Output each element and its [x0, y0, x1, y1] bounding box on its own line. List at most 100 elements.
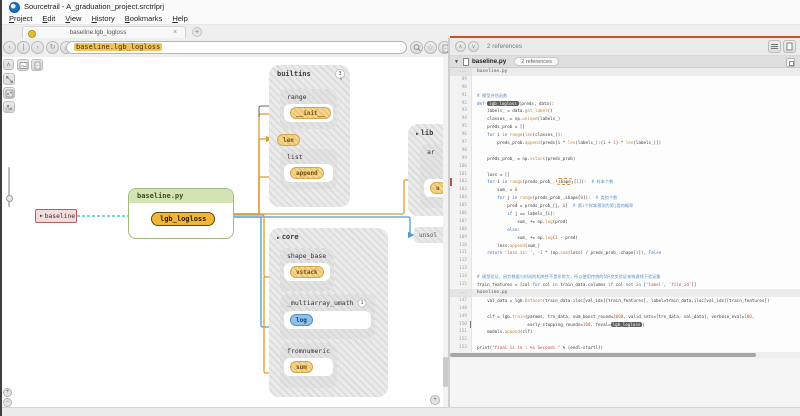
snippet-separator[interactable]: ...baseline.py [450, 289, 800, 297]
code-text: val_data = lgb.Dataset(train_data.iloc[v… [472, 297, 800, 305]
search-button[interactable] [410, 41, 423, 54]
code-panel-filler [450, 358, 800, 407]
code-text: labels_ = data.get_label() [472, 107, 800, 115]
code-line-112[interactable]: 112 [450, 257, 800, 265]
new-tab-button[interactable]: + [192, 27, 202, 37]
menu-bookmarks[interactable]: Bookmarks [120, 14, 168, 23]
graph-file-node-baseline-py[interactable]: baseline.py lgb_logloss [128, 188, 234, 239]
code-line-99[interactable]: 99 preds_prob_ = np.vstack(preds_prob) [450, 155, 800, 163]
code-line-109[interactable]: 109 sum_ += np.log(1 - pred) [450, 234, 800, 242]
graph-node-fromnumeric[interactable]: fromnumeric sum [280, 343, 337, 388]
tri-down-icon[interactable]: ▼ [454, 59, 459, 65]
code-line-152[interactable]: 152 [450, 336, 800, 344]
group-by-namespace-button[interactable] [3, 101, 15, 113]
maximize-snippet-button[interactable] [786, 58, 795, 67]
history-button[interactable]: | [17, 41, 30, 54]
fulltext-search-button[interactable]: ☆ [424, 41, 437, 54]
active-symbol[interactable]: lgb_logloss [611, 322, 643, 327]
group-by-file-button[interactable] [3, 87, 15, 99]
unsolved-reference[interactable]: shape [556, 178, 573, 185]
graph-symbol-lgb-logloss[interactable]: lgb_logloss [151, 212, 215, 226]
save-image-button[interactable] [17, 59, 29, 71]
collapse-badge[interactable]: 1 [357, 299, 366, 308]
export-graph-button[interactable] [31, 59, 43, 71]
menu-view[interactable]: View [60, 14, 86, 23]
custom-trail-button[interactable] [3, 73, 15, 85]
scrollbar-thumb[interactable] [450, 353, 756, 357]
zoom-out-button[interactable]: − [3, 398, 12, 407]
graph-node-shape-base[interactable]: shape_base vstack [280, 248, 334, 291]
zoom-slider-handle[interactable] [6, 195, 13, 202]
code-line-107[interactable]: 107 sum_ += np.log(pred) [450, 218, 800, 226]
code-line-93[interactable]: 93 labels_ = data.get_label() [450, 107, 800, 115]
list-mode-button[interactable] [768, 40, 781, 53]
code-line-91[interactable]: 91# 模型评估函数 [450, 92, 800, 100]
forward-button[interactable]: › [31, 41, 44, 54]
line-number: 97 [450, 139, 472, 147]
zoom-fit-button[interactable]: + [430, 395, 440, 405]
graph-symbol-len[interactable]: len [277, 134, 300, 146]
graph-view[interactable]: builtins 3 ∨ range __init__ len list app… [0, 57, 450, 407]
code-line-102[interactable]: 102 for i in range(preds_prob_.shape[1])… [450, 178, 800, 186]
search-input[interactable]: baseline.lgb_logloss [66, 41, 407, 54]
code-line-149[interactable]: 149 clf = lgb.train(params, trn_data, nu… [450, 313, 800, 321]
code-line-104[interactable]: 104 for j in range(preds_prob_.shape[0])… [450, 194, 800, 202]
code-line-108[interactable]: 108 else: [450, 226, 800, 234]
code-line-103[interactable]: 103 sum_ = 0 [450, 186, 800, 194]
code-line-97[interactable]: 97 preds_prob.append(preds[i * len(label… [450, 139, 800, 147]
line-number: 153 [450, 344, 472, 352]
line-number: 104 [450, 194, 472, 202]
menu-project[interactable]: Project [4, 14, 37, 23]
code-line-114[interactable]: 114# 模型验证，因为数据与时间的相关性不是非常大，所以使用传统的5折交叉验证… [450, 273, 800, 281]
graph-symbol-append[interactable]: append [290, 167, 324, 179]
graph-node-range[interactable]: range __init__ [280, 89, 337, 129]
code-line-92[interactable]: 92def lgb_logloss(preds, data): [450, 100, 800, 108]
code-line-115[interactable]: 115train_features = [col for col in trai… [450, 281, 800, 289]
tab-close-icon[interactable]: × [173, 29, 177, 36]
graph-symbol-vstack[interactable]: vstack [290, 266, 324, 278]
code-line-110[interactable]: 110 loss.append(sum_) [450, 242, 800, 250]
zoom-in-button[interactable]: + [3, 388, 12, 397]
graph-symbol-log[interactable]: log [290, 314, 313, 326]
active-symbol[interactable]: lgb_logloss [487, 101, 519, 106]
previous-reference-button[interactable]: ∧ [455, 41, 466, 52]
menu-history[interactable]: History [86, 14, 119, 23]
code-line-113[interactable]: 113 [450, 265, 800, 273]
code-line-96[interactable]: 96 for i in range(len(classes_)): [450, 131, 800, 139]
graph-group-builtins[interactable]: builtins 3 ∨ range __init__ len list app… [269, 65, 350, 207]
tab-active[interactable]: baseline.lgb_logloss × [22, 26, 186, 38]
line-number: 115 [450, 281, 472, 289]
back-button[interactable]: ‹ [3, 41, 16, 54]
collapse-toolbar-button[interactable]: ∧ [3, 59, 14, 70]
code-line-111[interactable]: 111 return 'loss is: ', -1 * (np.sum(los… [450, 249, 800, 257]
graph-node-list[interactable]: list append [280, 149, 337, 189]
menu-edit[interactable]: Edit [37, 14, 60, 23]
status-bar [0, 407, 800, 416]
next-reference-button[interactable]: ∨ [468, 41, 479, 52]
code-line-150[interactable]: 150 early_stopping_rounds=100, feval=lgb… [450, 321, 800, 329]
file-header-row[interactable]: ▼ baseline.py 2 references [450, 56, 800, 68]
code-line-95[interactable]: 95 preds_prob = [] [450, 123, 800, 131]
code-line-94[interactable]: 94 classes_ = np.unique(labels_) [450, 115, 800, 123]
graph-node-multiarray-umath[interactable]: _multiarray_umath 1 log [280, 294, 375, 339]
code-line-153[interactable]: 153print("final is in : %s Seconds " % (… [450, 344, 800, 352]
refresh-button[interactable]: ↻ [46, 41, 59, 54]
code-line-90[interactable]: 90 [450, 84, 800, 92]
graph-symbol-sum[interactable]: sum [290, 361, 313, 373]
code-line-105[interactable]: 105 pred = preds_prob_[j, i] # 第i个样本预测为第… [450, 202, 800, 210]
file-mode-button[interactable] [783, 40, 796, 53]
code-line-89[interactable]: 89 [450, 76, 800, 84]
snippet-separator[interactable]: ...baseline.py [450, 68, 800, 76]
code-line-100[interactable]: 100 [450, 163, 800, 171]
graph-node-baseline[interactable]: ▶ baseline [35, 209, 77, 223]
code-line-147[interactable]: 147 val_data = lgb.Dataset(train_data.il… [450, 297, 800, 305]
graph-group-core[interactable]: ▶core shape_base vstack _multiarray_umat… [269, 228, 388, 397]
menu-help[interactable]: Help [167, 14, 192, 23]
code-line-106[interactable]: 106 if j == labels_[i]: [450, 210, 800, 218]
code-line-101[interactable]: 101 loss = [] [450, 171, 800, 179]
graph-symbol-init[interactable]: __init__ [290, 107, 331, 119]
file-name[interactable]: baseline.py [472, 58, 506, 65]
code-line-98[interactable]: 98 [450, 147, 800, 155]
code-line-151[interactable]: 151 models.append(clf) [450, 328, 800, 336]
code-line-148[interactable]: 148 [450, 305, 800, 313]
